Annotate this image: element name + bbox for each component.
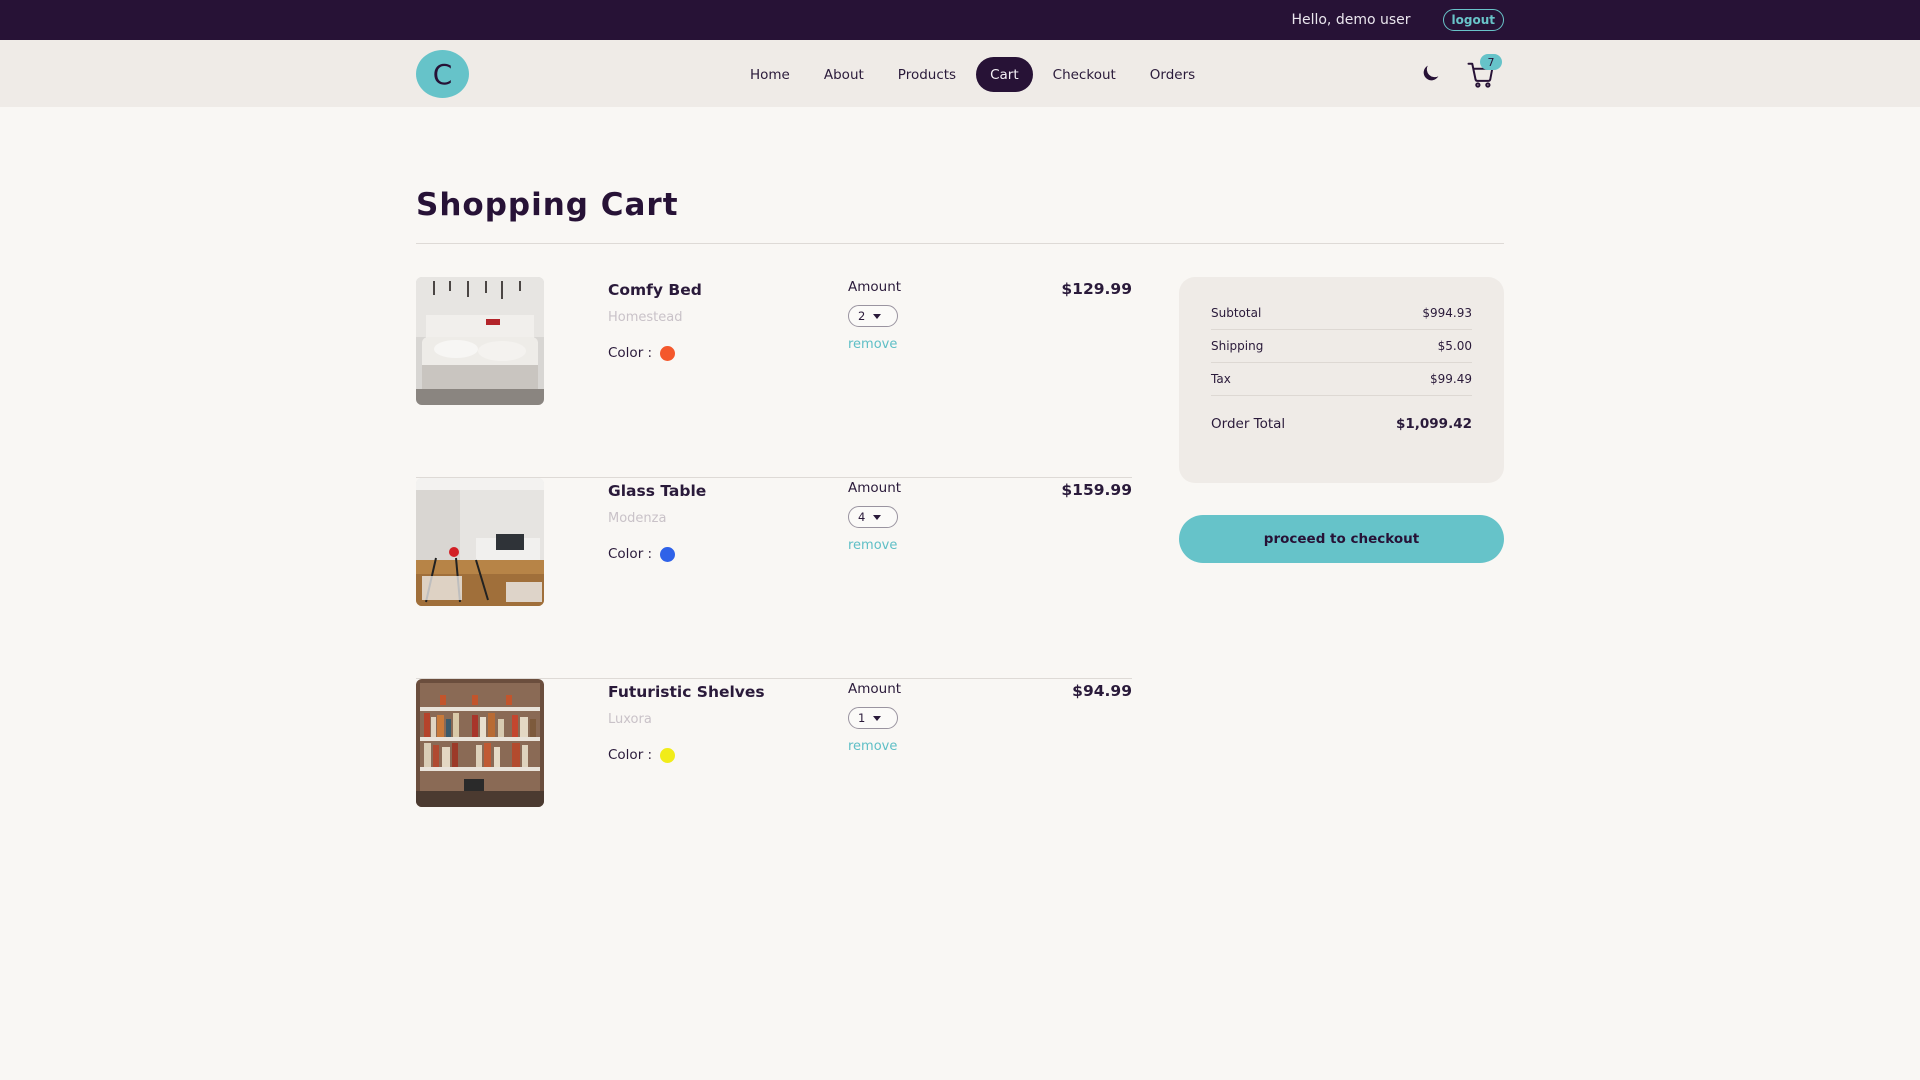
total-label: Order Total [1211,416,1286,432]
product-image-table [416,478,544,606]
product-color: Color : [608,345,676,361]
product-color: Color : [608,546,676,562]
amount-value: 2 [858,309,866,323]
caret-down-icon [873,514,882,520]
cart-count-badge: 7 [1480,54,1502,70]
top-bar: Hello, demo user logout [0,0,1920,40]
amount-label: Amount [848,681,902,697]
summary-label: Tax [1211,372,1231,386]
product-brand: Homestead [608,310,683,325]
navbar: C Home About Products Cart Checkout Orde… [0,40,1920,107]
total-value: $1,099.42 [1395,416,1472,432]
nav-link-cart[interactable]: Cart [976,57,1033,92]
nav-link-products[interactable]: Products [884,57,970,92]
summary-row-tax: Tax $99.49 [1211,363,1472,396]
product-name[interactable]: Comfy Bed [608,281,702,299]
cart-item: Futuristic Shelves Luxora Color : Amount… [416,679,1132,880]
amount-label: Amount [848,279,902,295]
summary-value: $994.93 [1422,306,1472,320]
summary-value: $99.49 [1430,372,1472,386]
summary-value: $5.00 [1437,339,1472,353]
color-label: Color : [608,345,653,361]
nav-link-orders[interactable]: Orders [1136,57,1209,92]
cart-item: Glass Table Modenza Color : Amount 4 rem… [416,478,1132,679]
remove-link[interactable]: remove [848,538,897,553]
color-swatch [660,345,676,361]
amount-value: 4 [858,510,866,524]
logo[interactable]: C [416,50,469,98]
remove-link[interactable]: remove [848,337,897,352]
divider [416,243,1504,244]
amount-label: Amount [848,480,902,496]
order-summary: Subtotal $994.93 Shipping $5.00 Tax $99.… [1179,277,1504,483]
amount-value: 1 [858,711,866,725]
color-label: Color : [608,747,653,763]
summary-row-subtotal: Subtotal $994.93 [1211,297,1472,330]
proceed-to-checkout-button[interactable]: proceed to checkout [1179,515,1504,563]
product-name[interactable]: Glass Table [608,482,706,500]
greeting-text: Hello, demo user [1291,12,1411,28]
summary-total: Order Total $1,099.42 [1211,416,1472,432]
nav-links: Home About Products Cart Checkout Orders [736,57,1209,92]
amount-select[interactable]: 4 [848,506,898,528]
logout-button[interactable]: logout [1442,9,1504,31]
summary-label: Shipping [1211,339,1264,353]
caret-down-icon [873,313,882,319]
product-price: $129.99 [1061,280,1132,298]
summary-row-shipping: Shipping $5.00 [1211,330,1472,363]
amount-select[interactable]: 2 [848,305,898,327]
product-name[interactable]: Futuristic Shelves [608,683,765,701]
nav-link-about[interactable]: About [810,57,878,92]
color-swatch [660,546,676,562]
color-label: Color : [608,546,653,562]
product-price: $159.99 [1061,481,1132,499]
amount-select[interactable]: 1 [848,707,898,729]
product-price: $94.99 [1072,682,1132,700]
remove-link[interactable]: remove [848,739,897,754]
cart-item: Comfy Bed Homestead Color : Amount 2 rem… [416,277,1132,478]
nav-link-home[interactable]: Home [736,57,804,92]
product-image-shelves [416,679,544,807]
caret-down-icon [873,715,882,721]
product-image-bed [416,277,544,405]
nav-link-checkout[interactable]: Checkout [1039,57,1130,92]
page-title: Shopping Cart [416,187,679,223]
product-brand: Modenza [608,511,667,526]
moon-icon[interactable] [1420,62,1442,84]
summary-label: Subtotal [1211,306,1262,320]
product-color: Color : [608,747,676,763]
product-brand: Luxora [608,712,652,727]
color-swatch [660,747,676,763]
